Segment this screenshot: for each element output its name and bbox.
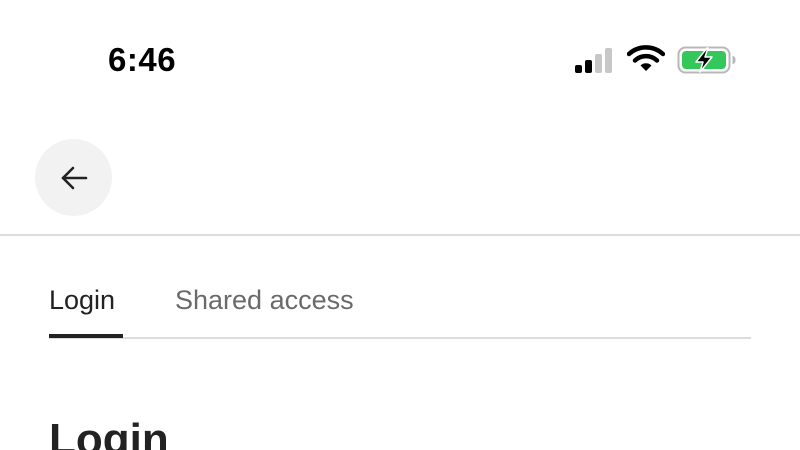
battery-charging-icon bbox=[677, 46, 736, 74]
active-tab-indicator bbox=[49, 334, 123, 338]
arrow-left-icon bbox=[61, 166, 87, 189]
wifi-icon bbox=[627, 45, 665, 71]
tab-bar: Login Shared access bbox=[49, 262, 751, 340]
back-button[interactable] bbox=[35, 139, 112, 216]
tab-shared-access[interactable]: Shared access bbox=[175, 262, 354, 338]
screen: 6:46 Login Shared access Login bbox=[0, 0, 800, 450]
tab-login[interactable]: Login bbox=[49, 262, 123, 338]
header-divider bbox=[0, 234, 800, 236]
status-time: 6:46 bbox=[108, 41, 177, 78]
section-title: Login bbox=[49, 415, 169, 450]
tabs-divider bbox=[49, 337, 751, 339]
cellular-signal-icon bbox=[575, 48, 612, 73]
